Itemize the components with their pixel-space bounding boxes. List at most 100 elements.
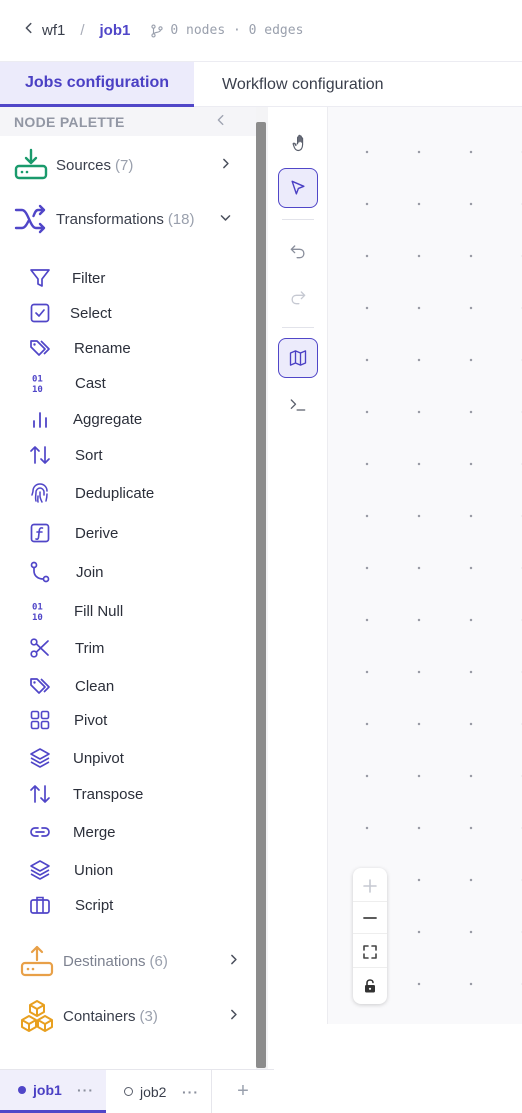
- more-options-icon[interactable]: ···: [182, 1084, 199, 1100]
- inbox-download-icon: [14, 148, 48, 182]
- arrows-up-down-icon: [28, 782, 52, 806]
- palette-item-aggregate[interactable]: Aggregate: [0, 404, 256, 434]
- graph-stats-text: 0 nodes · 0 edges: [170, 23, 304, 38]
- canvas-toolbar: [268, 107, 326, 413]
- active-dot-icon: [18, 1086, 26, 1094]
- terminal-icon[interactable]: [278, 385, 318, 425]
- shuffle-icon: [14, 202, 48, 236]
- briefcase-icon: [28, 893, 52, 917]
- tab-workflow-configuration[interactable]: Workflow configuration: [194, 62, 384, 107]
- palette-item-label: Union: [74, 861, 114, 879]
- palette-item-filter[interactable]: Filter: [0, 263, 256, 293]
- hand-icon[interactable]: [278, 123, 318, 163]
- palette-item-cast[interactable]: 01 10 Cast: [0, 368, 256, 398]
- fit-view-icon[interactable]: [353, 936, 387, 968]
- git-merge-icon: [28, 560, 52, 584]
- layers-icon: [28, 858, 52, 882]
- palette-item-label: Merge: [73, 823, 116, 841]
- tab-jobs-configuration[interactable]: Jobs configuration: [0, 62, 194, 107]
- breadcrumb-separator: /: [80, 22, 85, 39]
- function-icon: [28, 521, 52, 545]
- add-job-button[interactable]: +: [212, 1070, 274, 1113]
- zoom-controls: [353, 868, 387, 1004]
- palette-item-label: Select: [70, 304, 112, 322]
- palette-item-unpivot[interactable]: Unpivot: [0, 743, 256, 773]
- inbox-upload-icon: [20, 944, 54, 978]
- group-destinations-count: (6): [149, 952, 168, 970]
- group-sources[interactable]: Sources (7): [0, 147, 256, 183]
- bar-chart-icon: [28, 407, 52, 431]
- chevron-right-icon: [227, 1008, 240, 1024]
- collapse-palette-icon[interactable]: [214, 113, 228, 130]
- more-options-icon[interactable]: ···: [77, 1082, 94, 1098]
- scissors-icon: [28, 636, 52, 660]
- palette-item-transpose[interactable]: Transpose: [0, 779, 256, 809]
- job-tab-job1[interactable]: job1 ···: [0, 1070, 106, 1113]
- palette-item-label: Cast: [75, 374, 106, 392]
- palette-item-label: Join: [76, 563, 104, 581]
- redo-icon[interactable]: [278, 277, 318, 317]
- svg-text:01: 01: [32, 375, 43, 385]
- palette-item-label: Deduplicate: [75, 484, 155, 502]
- group-containers-label: Containers (3): [63, 1007, 158, 1025]
- palette-item-script[interactable]: Script: [0, 890, 256, 920]
- git-branch-icon: [151, 23, 164, 38]
- group-transformations-count: (18): [167, 210, 195, 228]
- checkbox-icon: [28, 301, 52, 325]
- svg-text:01: 01: [32, 603, 43, 613]
- palette-item-label: Unpivot: [73, 749, 124, 767]
- palette-item-trim[interactable]: Trim: [0, 633, 256, 663]
- fingerprint-icon: [28, 481, 52, 505]
- palette-item-sort[interactable]: Sort: [0, 440, 256, 470]
- undo-icon[interactable]: [278, 231, 318, 271]
- chevron-right-icon: [227, 953, 240, 969]
- palette-item-select[interactable]: Select: [0, 298, 256, 328]
- chevron-left-icon[interactable]: [22, 21, 36, 40]
- palette-item-label: Pivot: [74, 711, 108, 729]
- palette-item-label: Script: [75, 896, 114, 914]
- group-destinations[interactable]: Destinations (6): [0, 943, 256, 979]
- map-icon[interactable]: [278, 338, 318, 378]
- svg-text:10: 10: [32, 385, 43, 395]
- breadcrumb-job[interactable]: job1: [100, 22, 131, 39]
- palette-item-clean[interactable]: Clean: [0, 671, 256, 701]
- palette-item-fill-null[interactable]: 01 10 Fill Null: [0, 596, 256, 626]
- palette-item-label: Sort: [75, 446, 103, 464]
- palette-item-label: Aggregate: [73, 410, 143, 428]
- group-transformations-label: Transformations (18): [56, 210, 195, 228]
- tags-icon: [28, 336, 52, 360]
- job-tab-label: job1: [33, 1082, 62, 1098]
- palette-item-label: Clean: [75, 677, 115, 695]
- palette-item-merge[interactable]: Merge: [0, 817, 256, 847]
- grid-icon: [28, 708, 52, 732]
- zoom-in-icon[interactable]: [353, 870, 387, 902]
- group-sources-label: Sources (7): [56, 156, 134, 174]
- group-containers[interactable]: Containers (3): [0, 998, 256, 1034]
- node-palette: NODE PALETTE Sources (7) Transformations(…: [0, 107, 256, 1069]
- palette-item-label: Rename: [74, 339, 131, 357]
- palette-item-label: Transpose: [73, 785, 144, 803]
- palette-item-label: Trim: [75, 639, 105, 657]
- job-tab-job2[interactable]: job2 ···: [106, 1070, 212, 1113]
- palette-item-pivot[interactable]: Pivot: [0, 705, 256, 735]
- chevron-right-icon: [219, 157, 232, 173]
- toolbar-divider: [282, 327, 314, 328]
- group-sources-count: (7): [115, 156, 134, 174]
- job-tabs: job1 ··· job2 ··· +: [0, 1069, 274, 1113]
- palette-scrollbar-thumb[interactable]: [256, 122, 266, 1068]
- palette-item-union[interactable]: Union: [0, 855, 256, 885]
- pointer-icon[interactable]: [278, 168, 318, 208]
- palette-header: NODE PALETTE: [0, 107, 256, 136]
- palette-item-derive[interactable]: Derive: [0, 518, 256, 548]
- lock-icon[interactable]: [353, 970, 387, 1002]
- group-transformations[interactable]: Transformations (18): [0, 201, 256, 237]
- breadcrumb-workflow[interactable]: wf1: [42, 22, 65, 39]
- palette-item-deduplicate[interactable]: Deduplicate: [0, 478, 256, 508]
- zoom-out-icon[interactable]: [353, 902, 387, 934]
- app-root: wf1 / job1 0 nodes · 0 edges Jobs config…: [0, 0, 522, 1113]
- palette-item-rename[interactable]: Rename: [0, 333, 256, 363]
- graph-stats: 0 nodes · 0 edges: [150, 23, 303, 38]
- palette-item-join[interactable]: Join: [0, 557, 256, 587]
- funnel-icon: [28, 266, 52, 290]
- boxes-icon: [20, 999, 54, 1033]
